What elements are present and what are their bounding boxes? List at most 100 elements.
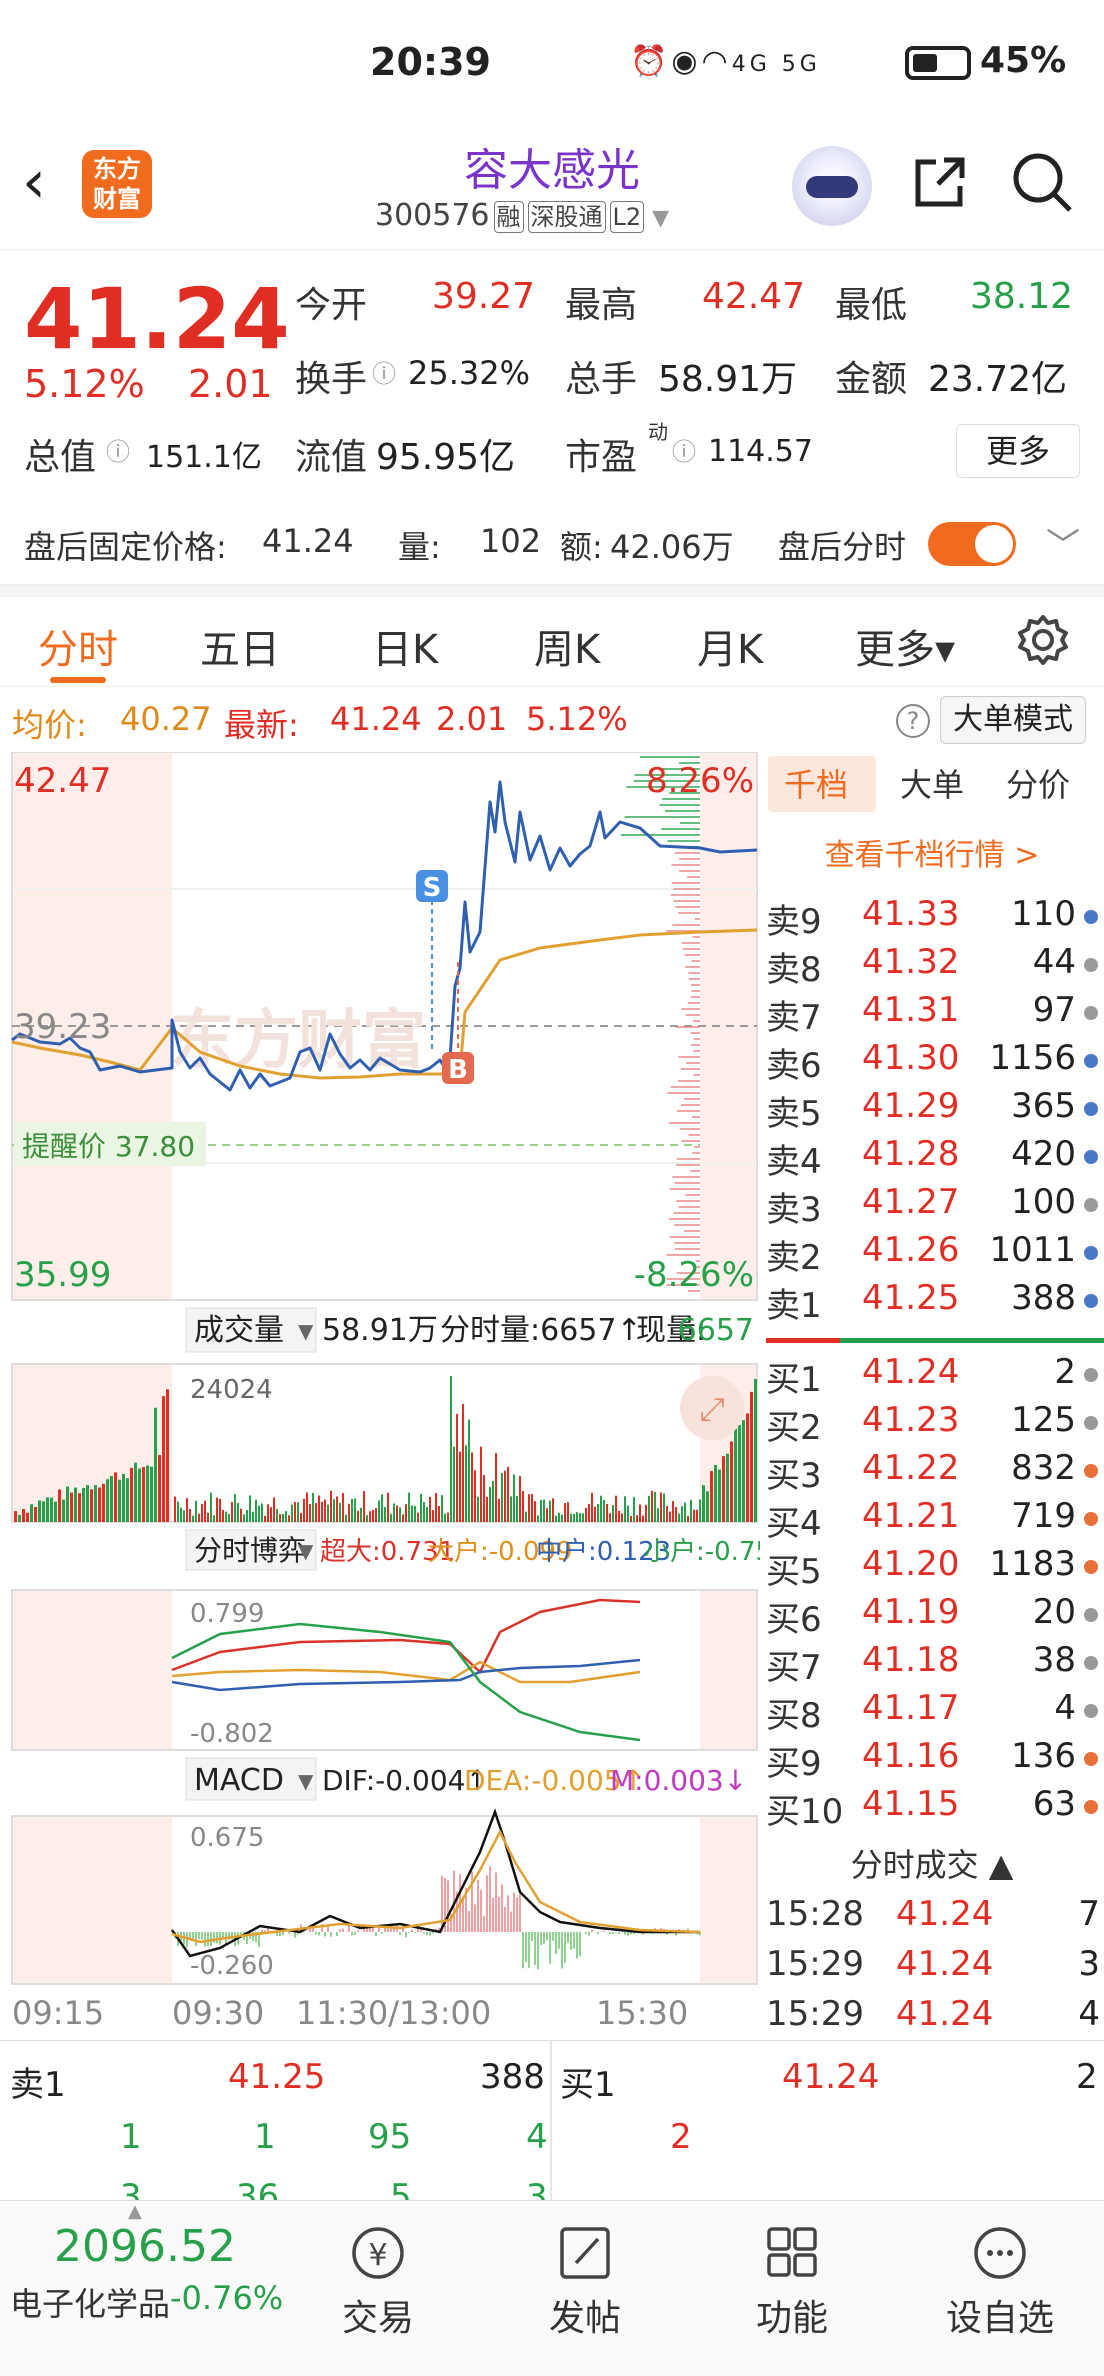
- volume-value: 58.91万: [658, 359, 798, 400]
- volume-bar: [414, 1505, 416, 1522]
- index-value[interactable]: 2096.52: [54, 2221, 236, 2272]
- tab-monthly-k[interactable]: 月K: [697, 617, 763, 675]
- sell-price: 41.29: [862, 1086, 960, 1126]
- sell-row[interactable]: 卖1 41.25 388: [766, 1278, 1102, 1326]
- share-icon[interactable]: [910, 152, 970, 212]
- sell-volume: 110: [1011, 894, 1076, 934]
- buy-row[interactable]: 买10 41.15 63: [766, 1784, 1102, 1832]
- profile-bar: [688, 978, 700, 980]
- help-icon[interactable]: ?: [896, 704, 930, 738]
- sell-row[interactable]: 卖3 41.27 100: [766, 1182, 1102, 1230]
- buy-row[interactable]: 买6 41.19 20: [766, 1592, 1102, 1640]
- pe-value: 114.57: [708, 434, 813, 469]
- macd-bar: [597, 1932, 599, 1935]
- chevron-down-icon[interactable]: ﹀: [1046, 518, 1080, 567]
- sell-row[interactable]: 卖5 41.29 365: [766, 1086, 1102, 1134]
- volume-bar: [706, 1491, 709, 1522]
- info-icon[interactable]: ⓘ: [372, 354, 396, 389]
- battery-icon: [905, 46, 971, 80]
- tab-price-dist[interactable]: 分价: [1006, 760, 1070, 806]
- pe-sup: 动: [648, 420, 668, 444]
- trades-title[interactable]: 分时成交 ▲: [760, 1840, 1104, 1886]
- buy-row[interactable]: 买3 41.22 832: [766, 1448, 1102, 1496]
- tab-daily-k[interactable]: 日K: [372, 617, 438, 675]
- macd-bar: [525, 1932, 527, 1963]
- nav-post-label: 发帖: [548, 2298, 621, 2339]
- volume-bar: [453, 1446, 455, 1522]
- buy-row[interactable]: 买7 41.18 38: [766, 1640, 1102, 1688]
- stock-code-line: 300576 融深股通 L2 ▼: [375, 198, 669, 233]
- more-button[interactable]: 更多: [956, 424, 1080, 478]
- buy-row[interactable]: 买8 41.17 4: [766, 1688, 1102, 1736]
- tab-five-day[interactable]: 五日: [200, 617, 280, 675]
- sell-row[interactable]: 卖8 41.32 44: [766, 942, 1102, 990]
- volume-bar: [612, 1505, 614, 1522]
- buy-row[interactable]: 买9 41.16 136: [766, 1736, 1102, 1784]
- buy-price: 41.21: [862, 1496, 960, 1536]
- sell-row[interactable]: 卖9 41.33 110: [766, 894, 1102, 942]
- bottom-buy-price: 41.24: [782, 2057, 880, 2097]
- macd-bar: [195, 1932, 197, 1946]
- nav-post[interactable]: 发帖: [515, 2213, 655, 2363]
- intraday-chart[interactable]: 东方财富 S B 42.47 8.26% 39.23 提醒价 37.80 35.…: [0, 752, 760, 2040]
- macd-bar: [414, 1932, 416, 1933]
- after-hours-toggle[interactable]: [928, 522, 1016, 566]
- big-order-mode-button[interactable]: 大单模式: [940, 696, 1086, 744]
- view-depth-link[interactable]: 查看千档行情 >: [760, 830, 1104, 874]
- gear-icon[interactable]: [1016, 613, 1070, 667]
- macd-bar: [372, 1927, 374, 1932]
- profile-bar: [673, 900, 700, 902]
- sell-price: 41.33: [862, 894, 960, 934]
- volume-bar: [681, 1506, 683, 1522]
- active-tab-underline: [50, 677, 106, 683]
- volume-bar: [742, 1420, 745, 1522]
- nav-watchlist[interactable]: 设自选: [930, 2213, 1070, 2363]
- tab-weekly-k[interactable]: 周K: [534, 617, 600, 675]
- tab-intraday[interactable]: 分时: [38, 617, 118, 675]
- info-icon[interactable]: ⓘ: [106, 432, 130, 467]
- volume-bar: [591, 1492, 593, 1522]
- chevron-down-icon[interactable]: ▼: [652, 206, 669, 231]
- nav-function[interactable]: 功能: [722, 2213, 862, 2363]
- divider: [550, 2041, 552, 2201]
- assistant-avatar-icon[interactable]: [792, 146, 872, 226]
- volume-bar: [468, 1419, 470, 1522]
- tab-big-order[interactable]: 大单: [900, 760, 964, 806]
- buy-row[interactable]: 买2 41.23 125: [766, 1400, 1102, 1448]
- profile-bar: [674, 852, 700, 854]
- search-icon[interactable]: [1010, 150, 1074, 214]
- volume-bar: [207, 1512, 209, 1522]
- sell-row[interactable]: 卖7 41.31 97: [766, 990, 1102, 1038]
- buy-row[interactable]: 买5 41.20 1183: [766, 1544, 1102, 1592]
- profile-bar: [691, 990, 700, 992]
- sell-row[interactable]: 卖4 41.28 420: [766, 1134, 1102, 1182]
- buy-row[interactable]: 买1 41.24 2: [766, 1352, 1102, 1400]
- profile-bar: [686, 1062, 700, 1064]
- trade-row: 15:29 41.24 3: [766, 1944, 1102, 1992]
- profile-bar: [691, 984, 700, 986]
- info-icon[interactable]: ⓘ: [672, 432, 696, 467]
- volume-bar: [384, 1507, 386, 1522]
- tab-order-depth[interactable]: 千档: [784, 760, 848, 806]
- volume-label: 成交量: [194, 1313, 284, 1348]
- profile-bar: [680, 1128, 700, 1130]
- buy-row[interactable]: 买4 41.21 719: [766, 1496, 1102, 1544]
- sell-row[interactable]: 卖2 41.26 1011: [766, 1230, 1102, 1278]
- volume-bar: [339, 1502, 341, 1522]
- amount-value: 23.72亿: [928, 359, 1068, 400]
- order-dot-icon: [1084, 1054, 1098, 1068]
- nav-trade[interactable]: ¥ 交易: [308, 2213, 448, 2363]
- order-dot-icon: [1084, 1368, 1098, 1382]
- volume-bar: [122, 1473, 125, 1522]
- volume-bar: [669, 1511, 671, 1522]
- tab-more[interactable]: 更多▾: [855, 617, 955, 675]
- profile-bar: [692, 936, 700, 938]
- macd-bar: [516, 1897, 518, 1932]
- amount-label: 金额: [835, 359, 908, 400]
- macd-bar: [603, 1930, 605, 1932]
- volume-bar: [252, 1511, 254, 1522]
- sell-row[interactable]: 卖6 41.30 1156: [766, 1038, 1102, 1086]
- volume-bar: [216, 1497, 218, 1522]
- volume-label: 总手: [565, 359, 638, 400]
- profile-bar: [680, 1068, 700, 1070]
